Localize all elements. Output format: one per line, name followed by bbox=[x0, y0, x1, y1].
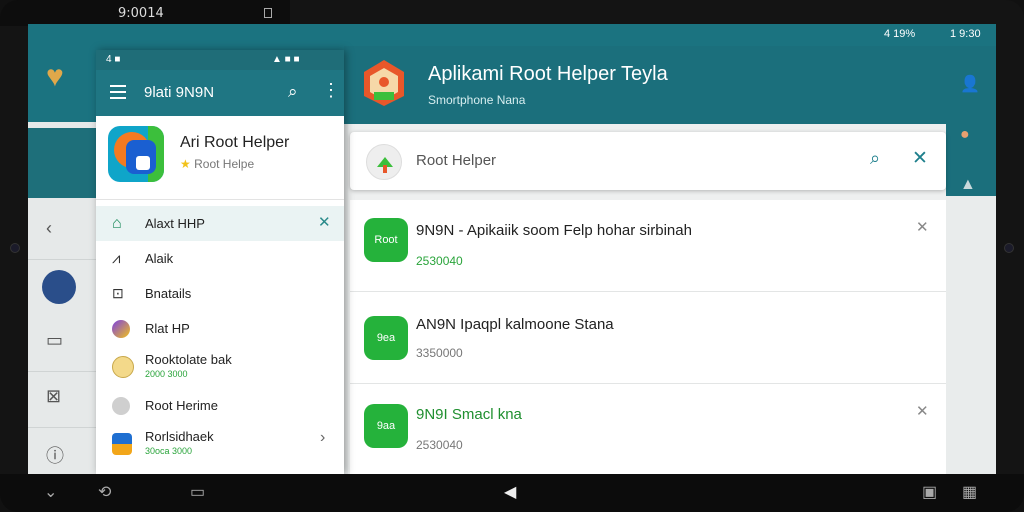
profile-subtitle: ★ Root Helpe bbox=[180, 157, 254, 171]
home-button-icon[interactable]: ◀ bbox=[504, 482, 516, 502]
avatar bbox=[42, 270, 76, 304]
recents-icon[interactable]: ▭ bbox=[190, 482, 205, 502]
result-badge: 9aa bbox=[364, 404, 408, 448]
drawer-item[interactable]: ⌂ Alaxt HHP ✕ bbox=[96, 206, 344, 241]
drawer-item[interactable]: ⊡ Bnatails bbox=[96, 276, 344, 311]
result-title: 9N9N - Apikaiik soom Felp hohar sirbinah bbox=[416, 222, 692, 239]
result-number: 2530040 bbox=[416, 438, 463, 452]
chart-icon: ⩘ bbox=[112, 250, 121, 267]
drawer-item[interactable]: ⩘ Alaik bbox=[96, 241, 344, 276]
search-bar[interactable]: ⌕ ✕ bbox=[350, 132, 946, 190]
details-icon: ⊡ bbox=[112, 285, 124, 301]
menu-icon[interactable] bbox=[110, 85, 126, 99]
dismiss-icon[interactable]: ✕ bbox=[916, 402, 929, 420]
clock: 1 9:30 bbox=[950, 28, 981, 40]
face-icon[interactable]: ● bbox=[960, 126, 970, 144]
drawer-profile[interactable]: Ari Root Helper ★ Root Helpe bbox=[96, 116, 344, 200]
drawer-status-left: 4 ■ bbox=[106, 54, 121, 65]
device-clock: 9:0014 bbox=[118, 6, 164, 21]
drawer-item[interactable]: Rorlsidhaek 30oca 3000 › bbox=[96, 423, 344, 465]
gamepad-icon bbox=[112, 397, 130, 415]
app-header: Aplikami Root Helper Teyla Smortphone Na… bbox=[344, 46, 946, 124]
list-item[interactable]: 9aa 9N9I Smacl kna 2530040 ✕ bbox=[350, 384, 946, 474]
battery-status: 4 19% bbox=[884, 28, 916, 40]
result-number: 2530040 bbox=[416, 254, 463, 268]
home-icon: ⌂ bbox=[112, 215, 122, 232]
profile-icon[interactable]: ▲ bbox=[960, 176, 976, 194]
dismiss-icon[interactable]: ✕ bbox=[916, 218, 929, 236]
drawer-item-label: Alaik bbox=[145, 251, 174, 266]
drawer-item-label: Alaxt HHP bbox=[145, 216, 205, 231]
search-input[interactable] bbox=[416, 152, 836, 169]
drawer-item[interactable]: Rlat HP bbox=[96, 311, 344, 346]
qr-icon[interactable]: ▦ bbox=[962, 482, 977, 502]
result-badge: 9ea bbox=[364, 316, 408, 360]
chevron-right-icon[interactable]: › bbox=[320, 429, 325, 447]
screen: ♥ ‹ ▭ ⊠ ⓘ 4 19% 1 9:30 Aplikami Root Hel… bbox=[28, 24, 996, 474]
app-icon bbox=[366, 144, 402, 180]
search-icon[interactable]: ⌕ bbox=[870, 148, 880, 169]
drawer-status-bar: 4 ■ ▲ ■ ■ bbox=[96, 50, 344, 70]
drawer-status-right: ▲ ■ ■ bbox=[272, 54, 300, 65]
app-title: Aplikami Root Helper Teyla bbox=[428, 63, 668, 85]
back-icon[interactable]: ⟲ bbox=[98, 482, 111, 502]
profile-subtitle-text: Root Helpe bbox=[194, 157, 255, 171]
star-icon: ★ bbox=[180, 157, 191, 171]
device-top-bar: 9:0014 bbox=[0, 0, 290, 26]
drawer-item-sub: 30oca 3000 bbox=[145, 446, 193, 456]
window-icon[interactable]: ▣ bbox=[922, 482, 937, 502]
status-bar: 4 19% 1 9:30 bbox=[344, 24, 996, 46]
more-vert-icon[interactable]: ⋮ bbox=[322, 81, 340, 99]
tablet-device: 9:0014 ♥ ‹ ▭ ⊠ ⓘ 4 19% 1 9:30 Aplikami R… bbox=[0, 0, 1024, 512]
drawer-item[interactable]: Root Herime bbox=[96, 388, 344, 423]
drawer-item-sub: 2000 3000 bbox=[145, 369, 188, 379]
navigation-drawer: 4 ■ ▲ ■ ■ 9lati 9N9N ⌕ ⋮ Ari Root Helper… bbox=[96, 50, 344, 474]
result-title: AN9N Ipaqpl kalmoone Stana bbox=[416, 316, 614, 333]
hp-icon bbox=[112, 320, 130, 338]
drawer-app-bar: 9lati 9N9N ⌕ ⋮ bbox=[96, 70, 344, 116]
navigation-bar: ⌄ ⟲ ▭ ◀ ▣ ▦ bbox=[0, 474, 1024, 512]
drawer-item-label: Rooktolate bak bbox=[145, 352, 232, 367]
app-subtitle: Smortphone Nana bbox=[428, 93, 526, 107]
drawer-item-label: Rorlsidhaek bbox=[145, 429, 214, 444]
search-icon[interactable]: ⌕ bbox=[288, 82, 298, 102]
person-icon[interactable]: 👤 bbox=[960, 74, 980, 94]
drawer-item[interactable]: Rooktolate bak 2000 3000 bbox=[96, 346, 344, 388]
profile-name: Ari Root Helper bbox=[180, 134, 290, 151]
list-item[interactable]: 9ea AN9N Ipaqpl kalmoone Stana 3350000 bbox=[350, 292, 946, 384]
close-icon[interactable]: ✕ bbox=[912, 147, 928, 170]
right-rail: 👤 ● ▲ bbox=[946, 46, 996, 474]
smiley-icon bbox=[112, 356, 134, 378]
chevron-down-icon[interactable]: ⌄ bbox=[44, 482, 57, 502]
drawer-title: 9lati 9N9N bbox=[144, 84, 215, 101]
camera-dot-left bbox=[10, 243, 20, 253]
result-badge: Root bbox=[364, 218, 408, 262]
camera-dot-right bbox=[1004, 243, 1014, 253]
list-item[interactable]: Root 9N9N - Apikaiik soom Felp hohar sir… bbox=[350, 200, 946, 292]
drawer-item-label: Rlat HP bbox=[145, 321, 190, 336]
heart-icon: ♥ bbox=[46, 60, 64, 93]
app-logo-icon bbox=[108, 126, 164, 182]
drawer-item-label: Root Herime bbox=[145, 398, 218, 413]
drawer-item-label: Bnatails bbox=[145, 286, 192, 301]
right-rail-header bbox=[946, 46, 996, 196]
battery-icon bbox=[264, 8, 272, 18]
root-helper-logo-icon bbox=[364, 60, 404, 106]
lock-icon bbox=[112, 433, 132, 455]
result-number: 3350000 bbox=[416, 346, 463, 360]
close-icon[interactable]: ✕ bbox=[318, 213, 331, 231]
result-title: 9N9I Smacl kna bbox=[416, 406, 522, 423]
